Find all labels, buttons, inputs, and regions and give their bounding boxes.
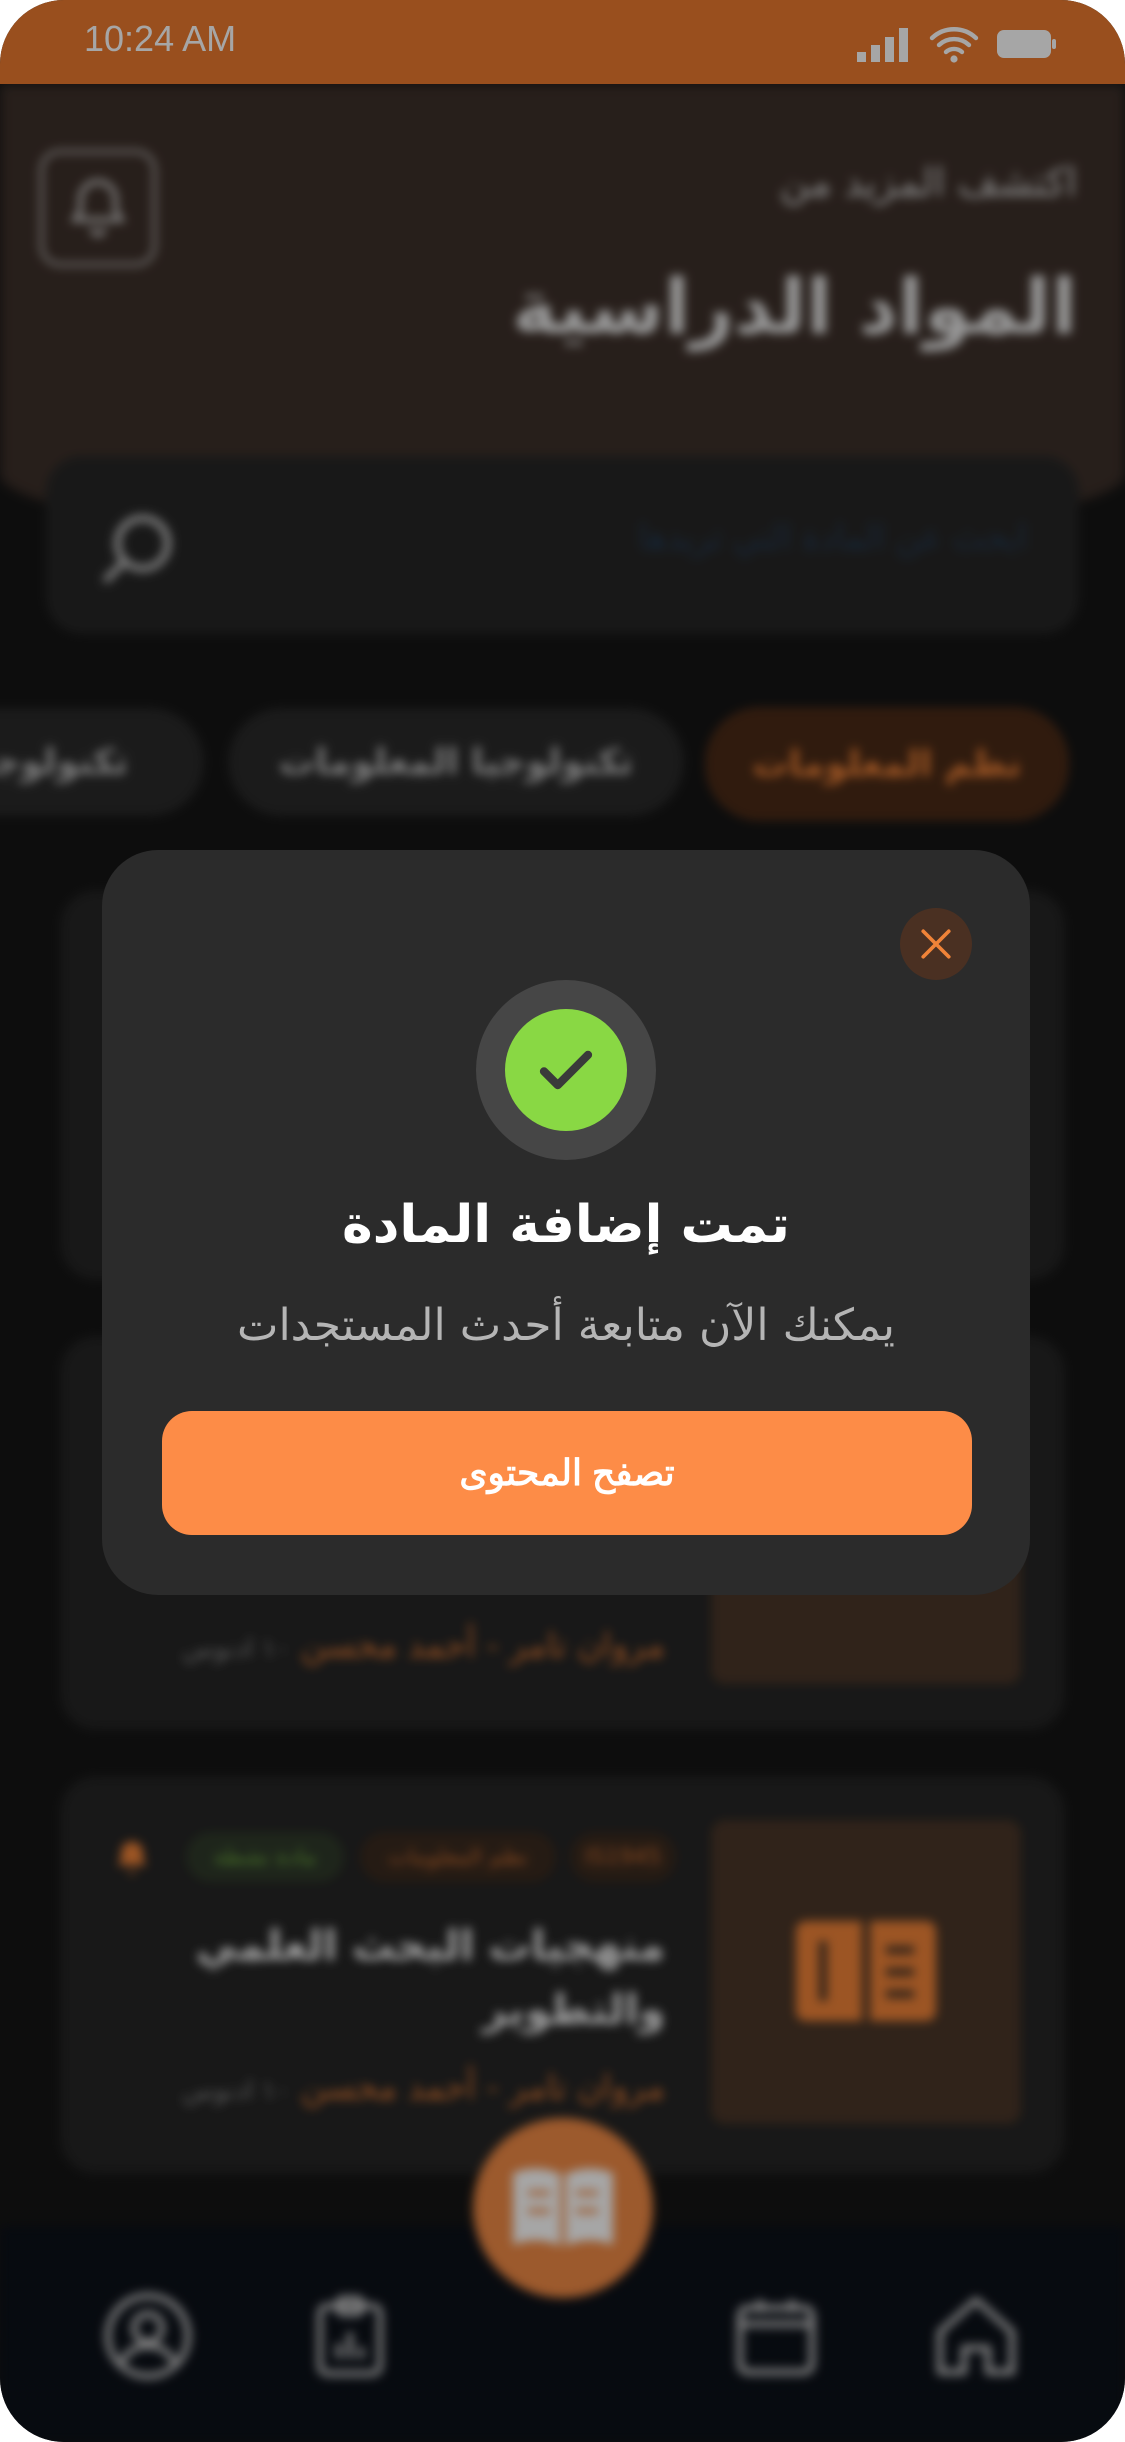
success-dialog: تمت إضافة المادة يمكنك الآن متابعة أحدث … bbox=[102, 850, 1030, 1595]
check-icon bbox=[539, 1050, 593, 1090]
close-button[interactable] bbox=[900, 908, 972, 980]
dialog-title: تمت إضافة المادة bbox=[342, 1195, 790, 1255]
dialog-subtitle: يمكنك الآن متابعة أحدث المستجدات bbox=[237, 1300, 895, 1351]
success-indicator bbox=[476, 980, 656, 1160]
close-icon bbox=[921, 929, 951, 959]
phone-screen: اكتشف المزيد من المواد الدراسية ابحث عن … bbox=[0, 0, 1125, 2442]
browse-content-button[interactable]: تصفح المحتوى bbox=[162, 1411, 972, 1535]
